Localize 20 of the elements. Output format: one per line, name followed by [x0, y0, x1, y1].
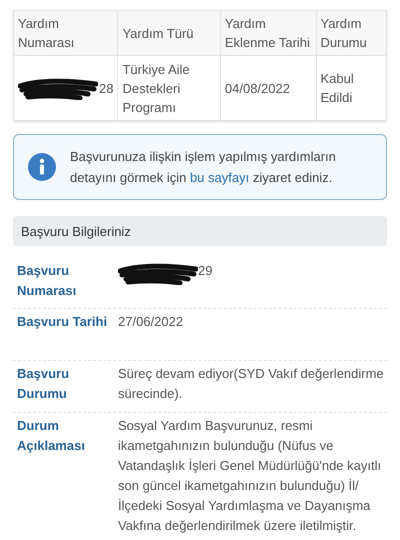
- section-title: Başvuru Bilgileriniz: [21, 222, 131, 240]
- field-value: 29: [198, 262, 212, 280]
- page-link[interactable]: bu sayfayı: [190, 170, 250, 185]
- field-label: Başvuru Numarası: [16, 262, 78, 300]
- field-value: 27/06/2022: [118, 313, 184, 331]
- table-cell: Kabul Edildi: [316, 56, 386, 120]
- notice-text: Başvurunuza ilişkin işlem yapılmış yardımların detayını görmek için bu sayfayı ziyaret ediniz.: [70, 148, 337, 187]
- table-cell: Türkiye Aile Destekleri Programı: [118, 56, 220, 120]
- column-header: Yardım Eklenme Tarihi: [220, 10, 316, 56]
- column-header: Yardım Durumu: [316, 10, 386, 56]
- table-cell-text: 28: [99, 80, 114, 98]
- field-label: Başvuru Durumu: [16, 365, 70, 403]
- column-header: Yardım Numarası: [14, 10, 118, 56]
- field-label: Durum Açıklaması: [16, 417, 86, 455]
- info-icon: [28, 153, 56, 181]
- field-value: Süreç devam ediyor(SYD Vakıf değerlendirme sürecinde).: [118, 365, 385, 403]
- table-cell: 04/08/2022: [220, 56, 316, 120]
- field-label: Başvuru Tarihi: [16, 313, 108, 331]
- field-value: Sosyal Yardım Başvurunuz, resmi ikametgahınızın bulunduğu (Nüfus ve Vatandaşlık İşleri Genel Müdürlüğü'nde kayıtlı son güncel ikametgahınızın bulunduğu) İl/ İlçedeki Sosyal Yardımlaşma ve Dayanışma Vakfına değerlendirilmek üzere iletilmiştir.: [118, 417, 382, 535]
- column-header: Yardım Türü: [118, 10, 220, 56]
